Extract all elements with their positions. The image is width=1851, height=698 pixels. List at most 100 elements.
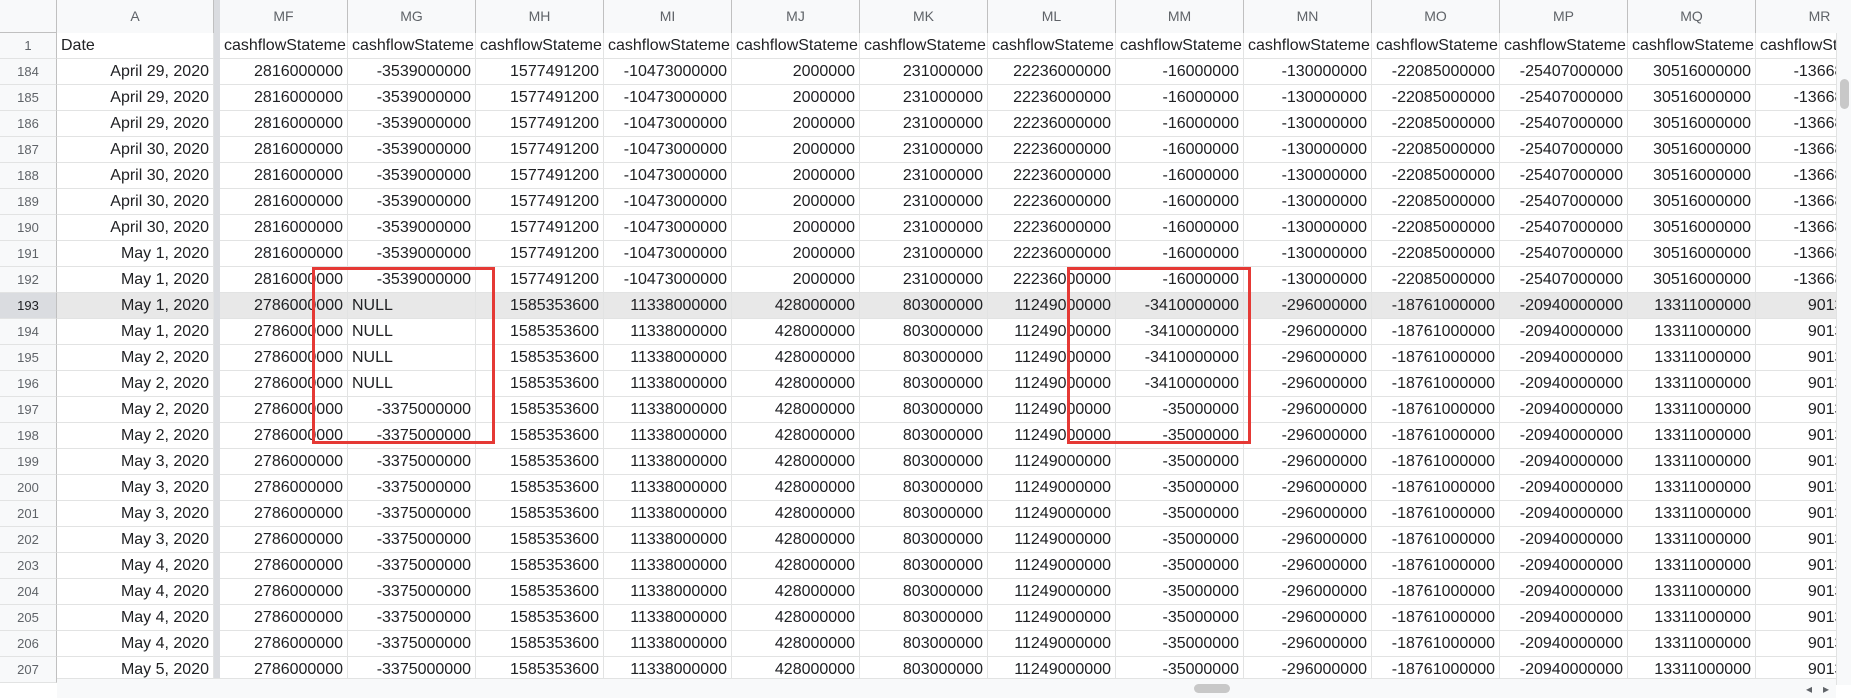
value-cell[interactable]: 428000000	[732, 501, 860, 527]
header-cell[interactable]: cashflowStateme	[1372, 33, 1500, 59]
value-cell[interactable]: 1577491200	[476, 267, 604, 293]
value-cell[interactable]: 11338000000	[604, 397, 732, 423]
value-cell[interactable]: 428000000	[732, 319, 860, 345]
column-header-mh[interactable]: MH	[476, 0, 604, 33]
value-cell[interactable]: 1577491200	[476, 241, 604, 267]
date-cell[interactable]: April 29, 2020	[57, 111, 214, 137]
row-number[interactable]: 196	[0, 371, 57, 397]
value-cell[interactable]: 11249000000	[988, 345, 1116, 371]
value-cell[interactable]: 1585353600	[476, 319, 604, 345]
value-cell[interactable]: 11338000000	[604, 501, 732, 527]
value-cell[interactable]: -3375000000	[348, 605, 476, 631]
value-cell[interactable]: -3539000000	[348, 215, 476, 241]
value-cell[interactable]: -296000000	[1244, 553, 1372, 579]
value-cell[interactable]: 2816000000	[220, 215, 348, 241]
row-number[interactable]: 204	[0, 579, 57, 605]
value-cell[interactable]: -130000000	[1244, 189, 1372, 215]
value-cell[interactable]: -130000000	[1244, 267, 1372, 293]
row-number[interactable]: 186	[0, 111, 57, 137]
value-cell[interactable]: 2786000000	[220, 475, 348, 501]
value-cell[interactable]: 1585353600	[476, 579, 604, 605]
date-cell[interactable]: May 1, 2020	[57, 267, 214, 293]
value-cell[interactable]: -35000000	[1116, 449, 1244, 475]
value-cell[interactable]: -3375000000	[348, 579, 476, 605]
value-cell[interactable]: 2786000000	[220, 631, 348, 657]
value-cell[interactable]: -20940000000	[1500, 501, 1628, 527]
value-cell[interactable]: 1585353600	[476, 397, 604, 423]
row-number[interactable]: 191	[0, 241, 57, 267]
value-cell[interactable]: -10473000000	[604, 163, 732, 189]
value-cell[interactable]: 11338000000	[604, 475, 732, 501]
value-cell[interactable]: 13311000000	[1628, 475, 1756, 501]
value-cell[interactable]: -130000000	[1244, 241, 1372, 267]
value-cell[interactable]: -18761000000	[1372, 371, 1500, 397]
value-cell[interactable]: -35000000	[1116, 501, 1244, 527]
value-cell[interactable]: 1577491200	[476, 59, 604, 85]
value-cell[interactable]: -22085000000	[1372, 215, 1500, 241]
date-cell[interactable]: May 1, 2020	[57, 319, 214, 345]
value-cell[interactable]: -3375000000	[348, 475, 476, 501]
column-header-mj[interactable]: MJ	[732, 0, 860, 33]
row-number[interactable]: 188	[0, 163, 57, 189]
value-cell[interactable]: -20940000000	[1500, 423, 1628, 449]
value-cell[interactable]: -3539000000	[348, 111, 476, 137]
value-cell[interactable]: 1585353600	[476, 293, 604, 319]
value-cell[interactable]: -3539000000	[348, 267, 476, 293]
value-cell[interactable]: 13311000000	[1628, 293, 1756, 319]
column-header-mg[interactable]: MG	[348, 0, 476, 33]
value-cell[interactable]: 803000000	[860, 423, 988, 449]
value-cell[interactable]: -25407000000	[1500, 241, 1628, 267]
value-cell[interactable]: -10473000000	[604, 111, 732, 137]
value-cell[interactable]: -296000000	[1244, 449, 1372, 475]
value-cell[interactable]: 2786000000	[220, 371, 348, 397]
value-cell[interactable]: -20940000000	[1500, 631, 1628, 657]
value-cell[interactable]: 231000000	[860, 189, 988, 215]
value-cell[interactable]: 2786000000	[220, 501, 348, 527]
column-header-mq[interactable]: MQ	[1628, 0, 1756, 33]
value-cell[interactable]: -25407000000	[1500, 215, 1628, 241]
value-cell[interactable]: -16000000	[1116, 241, 1244, 267]
value-cell[interactable]: -18761000000	[1372, 423, 1500, 449]
header-cell[interactable]: cashflowStateme	[988, 33, 1116, 59]
header-cell[interactable]: cashflowStateme	[732, 33, 860, 59]
value-cell[interactable]: 11249000000	[988, 397, 1116, 423]
value-cell[interactable]: 2786000000	[220, 345, 348, 371]
value-cell[interactable]: 22236000000	[988, 215, 1116, 241]
value-cell[interactable]: 30516000000	[1628, 215, 1756, 241]
value-cell[interactable]: 11338000000	[604, 631, 732, 657]
value-cell[interactable]: 11338000000	[604, 605, 732, 631]
value-cell[interactable]: 2786000000	[220, 293, 348, 319]
row-number[interactable]: 185	[0, 85, 57, 111]
value-cell[interactable]: 13311000000	[1628, 605, 1756, 631]
value-cell[interactable]: -20940000000	[1500, 293, 1628, 319]
value-cell[interactable]: -296000000	[1244, 631, 1372, 657]
row-number[interactable]: 200	[0, 475, 57, 501]
row-number[interactable]: 190	[0, 215, 57, 241]
value-cell[interactable]: 1585353600	[476, 501, 604, 527]
value-cell[interactable]: 11249000000	[988, 631, 1116, 657]
value-cell[interactable]: 2816000000	[220, 59, 348, 85]
value-cell[interactable]: -3539000000	[348, 163, 476, 189]
value-cell[interactable]: -3375000000	[348, 449, 476, 475]
value-cell[interactable]: 428000000	[732, 423, 860, 449]
value-cell[interactable]: 428000000	[732, 579, 860, 605]
value-cell[interactable]: -130000000	[1244, 59, 1372, 85]
date-cell[interactable]: May 2, 2020	[57, 371, 214, 397]
value-cell[interactable]: 11249000000	[988, 319, 1116, 345]
value-cell[interactable]: 11338000000	[604, 319, 732, 345]
value-cell[interactable]: 11338000000	[604, 449, 732, 475]
value-cell[interactable]: 30516000000	[1628, 111, 1756, 137]
column-header-mf[interactable]: MF	[220, 0, 348, 33]
value-cell[interactable]: 2786000000	[220, 449, 348, 475]
date-cell[interactable]: May 1, 2020	[57, 293, 214, 319]
date-cell[interactable]: May 3, 2020	[57, 501, 214, 527]
value-cell[interactable]: -130000000	[1244, 137, 1372, 163]
value-cell[interactable]: 11249000000	[988, 293, 1116, 319]
row-number[interactable]: 201	[0, 501, 57, 527]
value-cell[interactable]: 1585353600	[476, 475, 604, 501]
value-cell[interactable]: 1577491200	[476, 215, 604, 241]
row-number[interactable]: 203	[0, 553, 57, 579]
value-cell[interactable]: 428000000	[732, 345, 860, 371]
value-cell[interactable]: 803000000	[860, 501, 988, 527]
value-cell[interactable]: -10473000000	[604, 59, 732, 85]
